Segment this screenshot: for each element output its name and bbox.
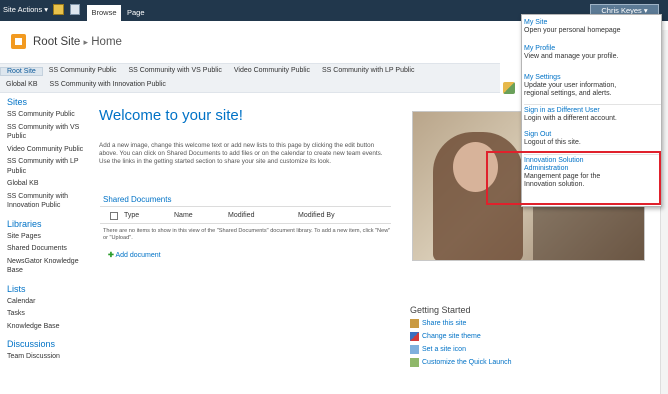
shared-documents-title[interactable]: Shared Documents [103,195,171,204]
menu-divider [524,104,661,105]
ql-heading-lists[interactable]: Lists [7,284,92,294]
ql-item-tasks[interactable]: Tasks [7,309,92,319]
welcome-text: Add a new image, change this welcome tex… [99,142,383,165]
page-title: Root Site ▸ Home [33,36,122,48]
topnav-ss-community-innovation-public[interactable]: SS Community with Innovation Public [44,81,172,88]
share-site-label: Share this site [422,320,467,327]
empty-list-message: There are no items to show in this view … [103,228,391,241]
tab-browse[interactable]: Browse [87,5,121,21]
menu-title: My Site [524,19,548,26]
menu-desc: Update your user information, regional s… [524,82,617,97]
menu-title: Sign Out [524,131,552,138]
menu-title: Sign in as Different User [524,107,600,114]
menu-desc: Open your personal homepage [524,27,621,34]
set-icon-label: Set a site icon [422,346,466,353]
share-site-link[interactable]: Share this site [410,319,466,328]
menu-title: My Settings [524,74,561,81]
column-modified[interactable]: Modified [228,212,254,219]
topnav-root-site[interactable]: Root Site [0,67,43,76]
edit-page-icon[interactable] [53,4,64,15]
page-icon[interactable] [70,4,80,15]
ql-item-ss-community-innovation-public[interactable]: SS Community with Innovation Public [7,192,92,211]
menu-item-my-site[interactable]: My Site Open your personal homepage [524,19,661,35]
quick-launch: Sites SS Community Public SS Community w… [7,97,92,365]
ql-item-shared-documents[interactable]: Shared Documents [7,244,92,254]
menu-title: My Profile [524,45,556,52]
ql-item-ss-community-public[interactable]: SS Community Public [7,110,92,120]
menu-item-my-settings[interactable]: My Settings Update your user information… [524,74,661,98]
site-actions-menu[interactable]: Site Actions ▾ [3,5,48,14]
ql-heading-libraries[interactable]: Libraries [7,219,92,229]
change-theme-label: Change site theme [422,333,481,340]
breadcrumb-current: Home [91,36,122,48]
set-icon-link[interactable]: Set a site icon [410,345,466,354]
column-modified-by[interactable]: Modified By [298,212,335,219]
settings-icon [503,82,515,94]
site-title-link[interactable]: Root Site [33,36,80,48]
menu-desc: View and manage your profile. [524,53,619,60]
divider [100,223,391,224]
ql-item-team-discussion[interactable]: Team Discussion [7,352,92,362]
welcome-heading: Welcome to your site! [99,107,243,124]
select-all-checkbox[interactable] [110,212,118,220]
tab-page[interactable]: Page [127,5,145,21]
ql-heading-discussions[interactable]: Discussions [7,339,92,349]
ql-item-global-kb[interactable]: Global KB [7,179,92,189]
add-document-label: Add document [115,252,161,259]
column-name[interactable]: Name [174,212,193,219]
image-icon [410,345,419,354]
ql-item-site-pages[interactable]: Site Pages [7,232,92,242]
customize-icon [410,358,419,367]
ql-item-ss-community-lp-public[interactable]: SS Community with LP Public [7,157,92,176]
site-logo-icon[interactable] [11,34,26,49]
topnav-global-kb[interactable]: Global KB [0,81,44,88]
ql-item-video-community-public[interactable]: Video Community Public [7,145,92,155]
ql-item-newsgator-kb[interactable]: NewsGator Knowledge Base [7,257,92,276]
topnav-ss-community-lp-public[interactable]: SS Community with LP Public [316,67,420,76]
change-theme-link[interactable]: Change site theme [410,332,481,341]
customize-quick-launch-label: Customize the Quick Launch [422,359,512,366]
breadcrumb-separator: ▸ [83,37,89,47]
divider [100,206,391,207]
ql-heading-sites[interactable]: Sites [7,97,92,107]
ql-item-knowledge-base[interactable]: Knowledge Base [7,322,92,332]
customize-quick-launch-link[interactable]: Customize the Quick Launch [410,358,512,367]
column-type[interactable]: Type [124,212,139,219]
share-icon [410,319,419,328]
ql-item-calendar[interactable]: Calendar [7,297,92,307]
plus-icon: ✚ [108,252,114,259]
topnav-ss-community-vs-public[interactable]: SS Community with VS Public [123,67,228,76]
menu-desc: Login with a different account. [524,115,617,122]
highlight-box [486,151,661,205]
menu-item-sign-in-different-user[interactable]: Sign in as Different User Login with a d… [524,107,661,123]
menu-item-sign-out[interactable]: Sign Out Logout of this site. [524,131,661,147]
getting-started-title: Getting Started [410,305,471,315]
top-navigation: Root Site SS Community Public SS Communi… [0,63,500,93]
menu-desc: Logout of this site. [524,139,581,146]
topnav-video-community-public[interactable]: Video Community Public [228,67,316,76]
topnav-ss-community-public[interactable]: SS Community Public [43,67,123,76]
theme-icon [410,332,419,341]
ql-item-ss-community-vs-public[interactable]: SS Community with VS Public [7,123,92,142]
menu-item-my-profile[interactable]: My Profile View and manage your profile. [524,45,661,61]
add-document-link[interactable]: ✚ Add document [108,251,161,259]
